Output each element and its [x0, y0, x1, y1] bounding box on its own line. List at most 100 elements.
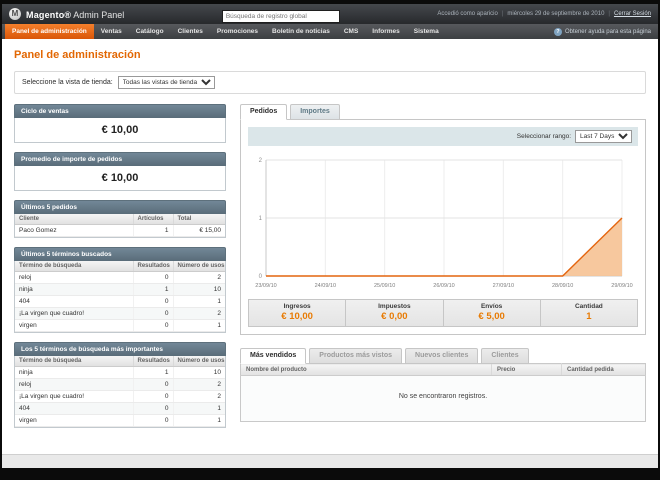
dashboard-columns: Ciclo de ventas € 10,00 Promedio de impo…	[14, 104, 646, 437]
tab-pedidos[interactable]: Pedidos	[240, 104, 288, 120]
col-header: Número de usos	[173, 356, 225, 367]
nav-item-sistema[interactable]: Sistema	[407, 24, 446, 39]
store-view-label: Seleccione la vista de tienda:	[22, 79, 113, 86]
order-items: 1	[133, 224, 174, 237]
stat-value: € 10,00	[281, 311, 313, 322]
nav-item-informes[interactable]: Informes	[365, 24, 406, 39]
col-header-qty: Cantidad pedida	[561, 363, 646, 376]
separator: |	[501, 11, 504, 17]
search-term-row[interactable]: ninja 1 10	[15, 283, 225, 296]
svg-text:28/09/10: 28/09/10	[552, 283, 573, 289]
totals-bar: Ingresos € 10,00 Impuestos € 0,00 Envíos…	[248, 299, 638, 327]
top-search-terms-table: Término de búsqueda Resultados Número de…	[15, 356, 225, 427]
help-label: Obtener ayuda para esta página	[564, 28, 651, 35]
svg-text:27/09/10: 27/09/10	[493, 283, 514, 289]
stat-label: Envíos	[480, 303, 503, 310]
nav-item-boletin[interactable]: Boletín de noticias	[265, 24, 337, 39]
orders-chart-svg: 0 1 2 23/09/10 24/09/10 25/09/10 26/09/10 27/09…	[255, 158, 632, 289]
svg-text:1: 1	[259, 216, 263, 222]
last-orders-box: Últimos 5 pedidos Cliente Artículos Tota…	[14, 200, 226, 238]
nav-item-dashboard[interactable]: Panel de administración	[5, 24, 94, 39]
tab-importes[interactable]: Importes	[290, 104, 340, 120]
stat-envios: Envíos € 5,00	[442, 300, 540, 326]
stat-impuestos: Impuestos € 0,00	[345, 300, 442, 326]
logged-in-as: Accedió como aparicio	[437, 11, 498, 17]
chart-tabs: Pedidos Importes	[240, 104, 646, 120]
lifetime-sales-value: € 10,00	[101, 124, 139, 136]
tab-mas-vistos[interactable]: Productos más vistos	[309, 348, 403, 364]
svg-text:29/09/10: 29/09/10	[611, 283, 632, 289]
brand-suffix: Admin Panel	[73, 10, 125, 20]
magento-logo-icon[interactable]: M	[9, 8, 21, 20]
order-total: € 15,00	[173, 224, 225, 237]
search-term-row[interactable]: 404 0 1	[15, 295, 225, 308]
order-row[interactable]: Paco Gomez 1 € 15,00	[15, 224, 225, 237]
search-term-row[interactable]: virgen 0 1	[15, 414, 225, 427]
search-term-row[interactable]: reloj 0 2	[15, 271, 225, 284]
search-term-row[interactable]: ninja 1 10	[15, 366, 225, 379]
logout-link[interactable]: Cerrar Sesión	[614, 11, 651, 17]
last-orders-table: Cliente Artículos Total Paco Gomez 1 € 1…	[15, 214, 225, 237]
stat-cantidad: Cantidad 1	[539, 300, 637, 326]
global-search-input[interactable]	[221, 10, 340, 23]
nav-item-promociones[interactable]: Promociones	[210, 24, 265, 39]
search-term-row[interactable]: reloj 0 2	[15, 378, 225, 391]
search-term-row[interactable]: 404 0 1	[15, 402, 225, 415]
last-search-terms-box: Últimos 5 términos buscados Término de b…	[14, 247, 226, 333]
box-title: Los 5 términos de búsqueda más important…	[14, 342, 226, 356]
header-bar: M Magento®Admin Panel Accedió como apari…	[2, 4, 658, 24]
box-title: Ciclo de ventas	[14, 104, 226, 118]
page-help-link[interactable]: ? Obtener ayuda para esta página	[553, 24, 655, 39]
last-search-terms-table: Término de búsqueda Resultados Número de…	[15, 261, 225, 332]
svg-text:26/09/10: 26/09/10	[433, 283, 454, 289]
box-title: Promedio de importe de pedidos	[14, 152, 226, 166]
box-title: Últimos 5 pedidos	[14, 200, 226, 214]
page-title: Panel de administración	[14, 49, 141, 61]
stat-value: € 0,00	[381, 311, 408, 322]
tab-nuevos-clientes[interactable]: Nuevos clientes	[405, 348, 479, 364]
nav-item-clientes[interactable]: Clientes	[171, 24, 210, 39]
col-header: Cliente	[15, 214, 134, 225]
stat-value: 1	[586, 311, 592, 322]
stat-label: Cantidad	[574, 303, 603, 310]
account-info: Accedió como aparicio | miércoles 29 de …	[437, 11, 651, 17]
store-view-switcher: Seleccione la vista de tienda: Todas las…	[14, 71, 646, 94]
stat-ingresos: Ingresos € 10,00	[249, 300, 345, 326]
stat-value: € 5,00	[478, 311, 505, 322]
col-header: Resultados	[133, 261, 174, 272]
stat-label: Impuestos	[378, 303, 411, 310]
help-icon: ?	[553, 27, 562, 36]
nav-item-catalogo[interactable]: Catálogo	[129, 24, 171, 39]
screen: M Magento®Admin Panel Accedió como apari…	[0, 0, 660, 480]
col-header-product: Nombre del producto	[240, 363, 492, 376]
col-header: Término de búsqueda	[15, 261, 134, 272]
range-bar: Seleccionar rango: Last 7 Days	[248, 127, 638, 146]
lifetime-sales-box: Ciclo de ventas € 10,00	[14, 104, 226, 143]
average-orders-box: Promedio de importe de pedidos € 10,00	[14, 152, 226, 191]
store-view-select[interactable]: Todas las vistas de tienda	[117, 76, 215, 89]
order-customer: Paco Gomez	[15, 224, 134, 237]
search-term-row[interactable]: ¡La virgen que cuadro! 0 2	[15, 390, 225, 403]
empty-grid-message: No se encontraron registros.	[240, 375, 646, 422]
tab-clientes[interactable]: Clientes	[481, 348, 529, 364]
svg-text:25/09/10: 25/09/10	[374, 283, 395, 289]
main-nav: Panel de administración Ventas Catálogo …	[2, 24, 658, 39]
separator: |	[608, 11, 610, 17]
nav-item-ventas[interactable]: Ventas	[94, 24, 129, 39]
footer-bar	[2, 454, 658, 468]
search-term-row[interactable]: ¡La virgen que cuadro! 0 2	[15, 307, 225, 320]
tab-mas-vendidos[interactable]: Más vendidos	[240, 348, 307, 364]
box-title: Últimos 5 términos buscados	[14, 247, 226, 261]
global-search	[221, 5, 340, 23]
col-header: Término de búsqueda	[15, 356, 134, 367]
col-header: Resultados	[133, 356, 174, 367]
orders-chart: 0 1 2 23/09/10 24/09/10 25/09/10 26/09/10 27/09…	[248, 146, 638, 292]
products-grid: Nombre del producto Precio Cantidad pedi…	[240, 363, 646, 422]
nav-item-cms[interactable]: CMS	[337, 24, 365, 39]
col-header: Artículos	[133, 214, 174, 225]
col-header: Total	[173, 214, 225, 225]
search-term-row[interactable]: virgen 0 1	[15, 319, 225, 332]
orders-panel: Seleccionar rango: Last 7 Days 0 1 2 23/09/…	[240, 119, 646, 335]
brand-name: Magento®	[26, 10, 72, 20]
range-select[interactable]: Last 7 Days	[575, 130, 632, 143]
